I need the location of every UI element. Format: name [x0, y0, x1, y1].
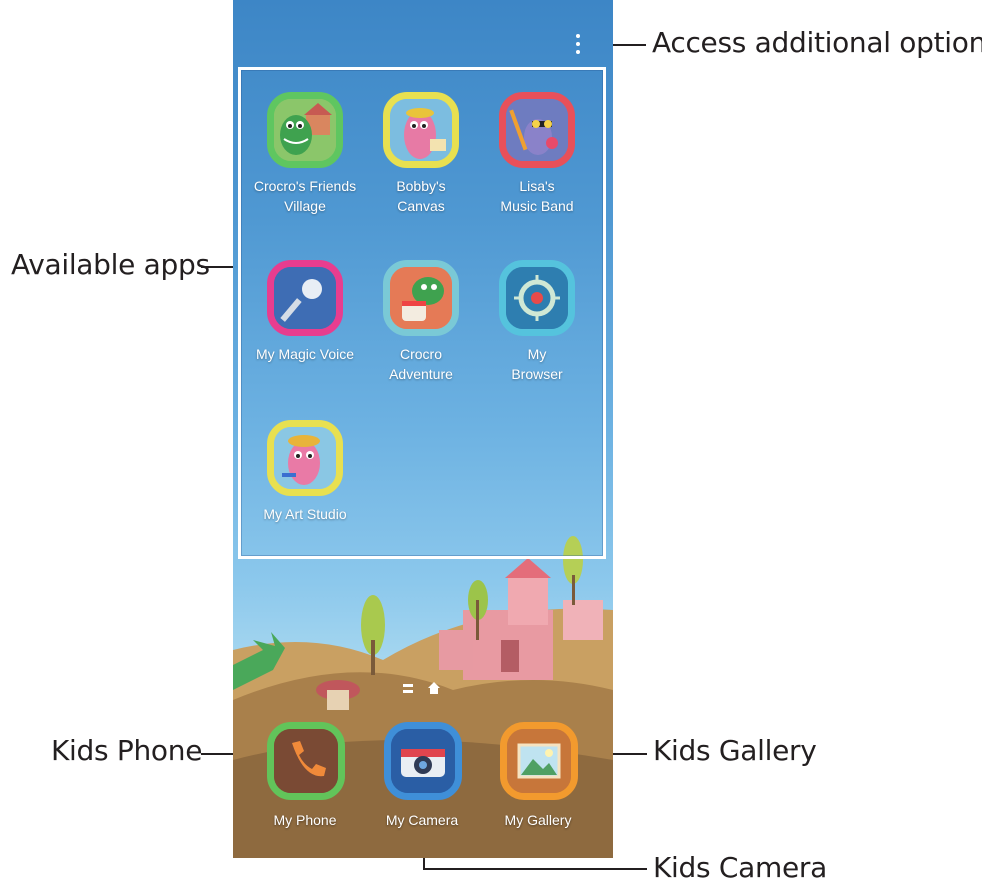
home-page-icon	[428, 682, 440, 694]
callout-kids-camera: Kids Camera	[653, 851, 827, 884]
app-label: My Browser	[511, 346, 563, 382]
dock-app-label: My Gallery	[504, 812, 572, 828]
app-label: Bobby's Canvas	[396, 178, 446, 214]
more-options-icon[interactable]	[572, 33, 584, 57]
lisas-music-band-icon	[499, 92, 575, 168]
gallery-picture-icon	[500, 722, 578, 800]
camera-icon	[384, 722, 462, 800]
microphone-icon	[267, 260, 343, 336]
crocro-friends-village-icon	[267, 92, 343, 168]
callout-available-apps: Available apps	[11, 248, 210, 281]
callout-access-additional-options: Access additional options.	[652, 26, 982, 59]
app-label: Crocro Adventure	[389, 346, 453, 382]
callout-kids-phone: Kids Phone	[51, 734, 203, 767]
app-label: Lisa's Music Band	[500, 178, 574, 214]
app-label: My Art Studio	[263, 506, 347, 522]
dock-app-label: My Phone	[273, 812, 337, 828]
crocro-adventure-icon	[383, 260, 459, 336]
page-indicator[interactable]	[403, 681, 443, 695]
app-label: Crocro's Friends Village	[253, 178, 357, 214]
page-list-indicator	[403, 684, 413, 687]
leader-line-kids-camera	[423, 868, 647, 870]
dock-app-label: My Camera	[385, 812, 459, 828]
callout-kids-gallery: Kids Gallery	[653, 734, 817, 767]
kids-home-screen: Crocro's Friends Village Bobby's Canvas	[233, 0, 613, 858]
my-art-studio-icon	[267, 420, 343, 496]
page-list-indicator-line	[403, 690, 413, 693]
phone-handset-icon	[267, 722, 345, 800]
browser-compass-icon	[499, 260, 575, 336]
bobbys-canvas-icon	[383, 92, 459, 168]
app-label: My Magic Voice	[255, 346, 355, 362]
